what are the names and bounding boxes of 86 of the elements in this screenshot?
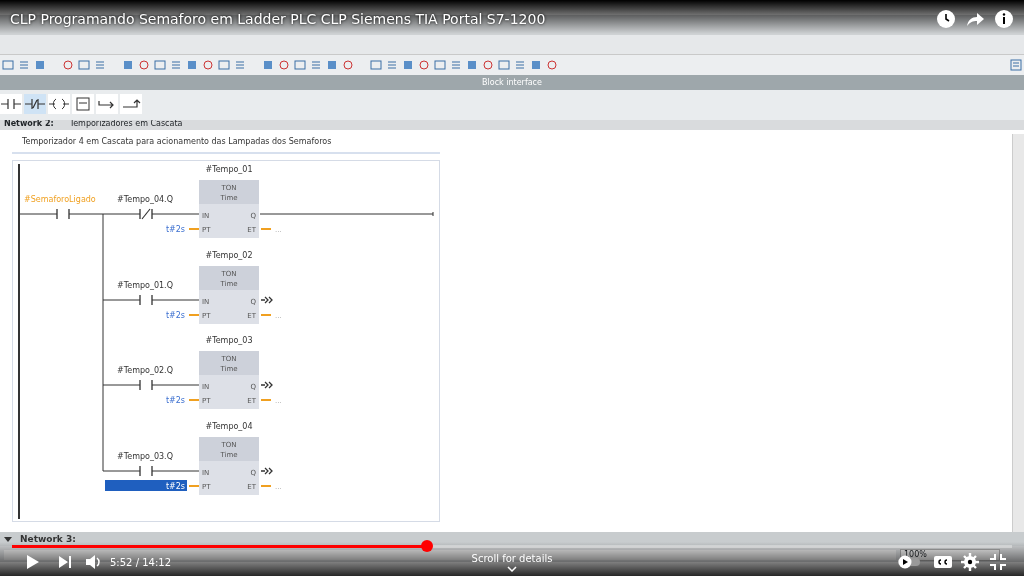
- normally-open-contact: [56, 208, 70, 220]
- toolbar-icon[interactable]: [482, 59, 494, 71]
- toolbar-icon[interactable]: [546, 59, 558, 71]
- input-wire: [188, 399, 200, 401]
- toolbar-icon[interactable]: [2, 59, 14, 71]
- toolbar-icon[interactable]: [434, 59, 446, 71]
- toolbar-icon[interactable]: [94, 59, 106, 71]
- toolbar-icon[interactable]: [402, 59, 414, 71]
- network-subtitle: Temporizadores em Cascata: [69, 120, 183, 128]
- network-title: Network 2:: [4, 120, 54, 128]
- network-comment: Temporizador 4 em Cascata para acionamento das Lampadas dos Semaforos: [12, 134, 440, 154]
- normally-closed-contact: [139, 208, 153, 220]
- instance-name: #Tempo_04: [205, 422, 253, 431]
- horizontal-scrollbar[interactable]: [4, 550, 896, 560]
- open-output-icon: [260, 381, 273, 389]
- contact-tag: #Tempo_02.Q: [117, 366, 173, 375]
- autoplay-toggle[interactable]: [897, 555, 923, 569]
- output-wire: [260, 485, 272, 487]
- collapse-arrow-icon[interactable]: [4, 535, 12, 543]
- toolbar-icon[interactable]: [234, 59, 246, 71]
- toolbar-icon[interactable]: [278, 59, 290, 71]
- toolbar-icon[interactable]: [62, 59, 74, 71]
- toolbar-icon[interactable]: [262, 59, 274, 71]
- toolbar-icon[interactable]: [34, 59, 46, 71]
- time-value: t#2s: [165, 225, 185, 234]
- contact-tag: #Tempo_03.Q: [117, 452, 173, 461]
- instruction-button[interactable]: [24, 94, 46, 114]
- normally-open-contact: [139, 465, 153, 477]
- toolbar-icon[interactable]: [122, 59, 134, 71]
- panel-title: Block interface: [0, 75, 1024, 90]
- open-output-icon: [260, 467, 273, 475]
- empty-box-icon: [73, 94, 93, 114]
- open-output-icon: [260, 296, 273, 304]
- toolbar-icon[interactable]: [530, 59, 542, 71]
- vertical-scrollbar[interactable]: [1012, 134, 1024, 532]
- toolbar-icon[interactable]: [386, 59, 398, 71]
- toolbar-icon[interactable]: [138, 59, 150, 71]
- timer-block: [199, 266, 259, 324]
- output-wire: [260, 314, 272, 316]
- toolbar-icon[interactable]: [186, 59, 198, 71]
- toolbar-icon[interactable]: [466, 59, 478, 71]
- chevron-down-icon[interactable]: [507, 566, 517, 572]
- clock-icon[interactable]: [936, 9, 956, 29]
- contact-tag: #Tempo_04.Q: [117, 195, 173, 204]
- input-wire: [188, 228, 200, 230]
- toolbar-icon[interactable]: [326, 59, 338, 71]
- contact-tag: #Tempo_01.Q: [117, 281, 173, 290]
- normally-open-contact: [139, 379, 153, 391]
- toolbar-icon[interactable]: [498, 59, 510, 71]
- normally-open-contact: [139, 294, 153, 306]
- input-wire: [188, 485, 200, 487]
- toolbar-icon[interactable]: [370, 59, 382, 71]
- toolbar-icon[interactable]: [218, 59, 230, 71]
- contact-tag: #SemaforoLigado: [24, 195, 96, 204]
- timer-block: [199, 351, 259, 409]
- output-wire: [260, 228, 272, 230]
- network-title: Network 3:: [20, 533, 76, 546]
- instance-name: #Tempo_01: [205, 165, 253, 174]
- time-value: t#2s: [165, 396, 185, 405]
- instance-name: #Tempo_03: [205, 336, 253, 345]
- input-wire: [188, 314, 200, 316]
- timer-block: [199, 437, 259, 495]
- toolbar-icon[interactable]: [514, 59, 526, 71]
- panel-icon[interactable]: [1010, 59, 1022, 71]
- toolbar-icon[interactable]: [154, 59, 166, 71]
- settings-button[interactable]: [960, 552, 980, 572]
- instruction-button[interactable]: [48, 94, 70, 114]
- scroll-hint-link[interactable]: Scroll for details: [471, 551, 553, 566]
- toolbar-icon[interactable]: [170, 59, 182, 71]
- time-display: 5:52 / 14:12: [110, 556, 171, 570]
- time-value: t#2s: [165, 482, 185, 491]
- toolbar-icon[interactable]: [202, 59, 214, 71]
- toolbar-icon[interactable]: [294, 59, 306, 71]
- timer-block: [199, 180, 259, 238]
- toolbar-icon[interactable]: [18, 59, 30, 71]
- toolbar-icon[interactable]: [78, 59, 90, 71]
- toolbar-icon[interactable]: [342, 59, 354, 71]
- info-icon[interactable]: [994, 9, 1014, 29]
- toolbar-icon[interactable]: [450, 59, 462, 71]
- output-wire: [260, 399, 272, 401]
- toolbar-icon[interactable]: [310, 59, 322, 71]
- time-value: t#2s: [165, 311, 185, 320]
- toolbar-icon[interactable]: [418, 59, 430, 71]
- exit-fullscreen-button[interactable]: [988, 552, 1008, 572]
- instance-name: #Tempo_02: [205, 251, 253, 260]
- video-title: CLP Programando Semaforo em Ladder PLC CLP Siemens TIA Portal S7-1200: [10, 10, 546, 29]
